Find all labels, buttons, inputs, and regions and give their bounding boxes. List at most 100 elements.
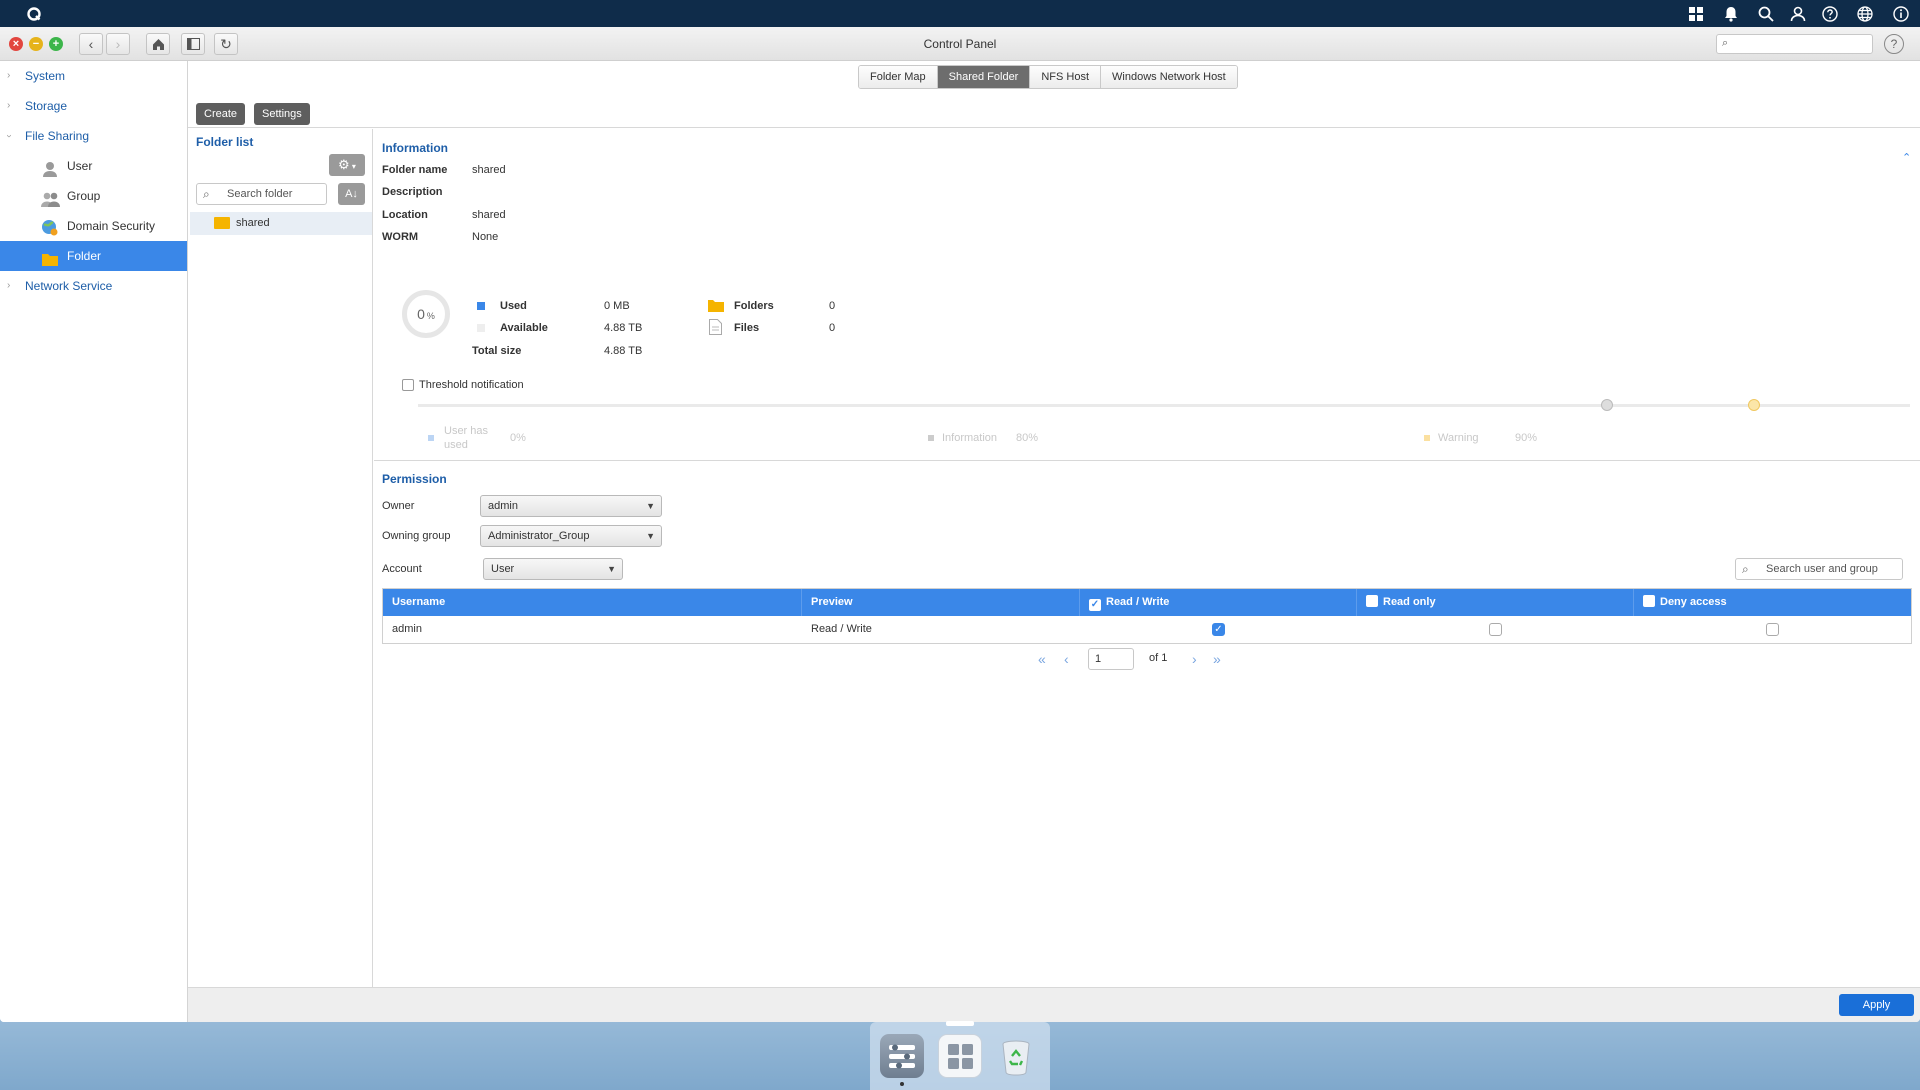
permission-table-header: Username Preview ✓ Read / Write Read only… [383, 589, 1911, 616]
deny-access-header-label: Deny access [1660, 596, 1727, 608]
deny-access-checkbox[interactable] [1766, 623, 1779, 636]
sidebar-item-label: System [25, 69, 66, 83]
search-icon[interactable] [1756, 4, 1776, 24]
sidebar-item-file-sharing[interactable]: › File Sharing [0, 121, 187, 151]
description-label: Description [382, 186, 443, 198]
tab-windows-network-host[interactable]: Windows Network Host [1101, 66, 1237, 88]
column-header-deny-access[interactable]: Deny access [1634, 589, 1911, 616]
column-header-preview[interactable]: Preview [802, 589, 1080, 616]
warning-threshold-label: Warning [1438, 432, 1479, 444]
footer-bar: Apply [188, 987, 1920, 1022]
gear-dropdown-button[interactable]: ⚙ ▾ [329, 154, 365, 176]
deny-access-select-all-checkbox[interactable] [1643, 595, 1655, 607]
minimize-window-icon[interactable]: − [29, 37, 43, 51]
window-title: Control Panel [923, 37, 997, 51]
sidebar-item-folder[interactable]: Folder [0, 241, 187, 271]
user-has-used-label: User has used [444, 425, 489, 451]
apply-button[interactable]: Apply [1839, 994, 1914, 1016]
close-window-icon[interactable]: × [9, 37, 23, 51]
owner-label: Owner [382, 500, 415, 512]
qnap-logo-icon[interactable] [24, 4, 44, 24]
folder-name-value: shared [472, 164, 506, 176]
owning-group-selected-value: Administrator_Group [488, 530, 590, 542]
permission-title: Permission [382, 472, 447, 486]
previous-page-icon[interactable]: ‹ [1064, 648, 1069, 670]
column-header-read-only[interactable]: Read only [1357, 589, 1634, 616]
sidebar-item-system[interactable]: › System [0, 61, 187, 91]
list-item[interactable]: shared [190, 212, 372, 235]
table-row[interactable]: admin Read / Write ✓ [383, 616, 1911, 643]
used-legend-square [477, 302, 485, 310]
maximize-window-icon[interactable]: + [49, 37, 63, 51]
folder-list-panel: Folder list ⚙ ▾ ⌕ Search folder A↓ share… [188, 129, 373, 987]
control-panel-dock-icon[interactable] [880, 1034, 924, 1078]
forward-arrow-icon[interactable]: › [106, 33, 130, 55]
collapse-chevron-icon[interactable]: ⌃ [1902, 151, 1911, 164]
tab-nfs-host[interactable]: NFS Host [1030, 66, 1102, 88]
search-user-group-placeholder: Search user and group [1766, 563, 1878, 575]
sidebar-item-label: Domain Security [67, 219, 156, 233]
user-has-used-value: 0% [510, 432, 526, 444]
search-icon: ⌕ [1742, 562, 1749, 576]
home-icon[interactable] [146, 33, 170, 55]
language-globe-icon[interactable] [1855, 4, 1875, 24]
files-count-value: 0 [829, 322, 836, 334]
settings-button[interactable]: Settings [254, 103, 310, 125]
chevron-down-icon: ▼ [646, 531, 655, 541]
sort-icon[interactable]: A↓ [338, 183, 365, 205]
next-page-icon[interactable]: › [1192, 648, 1197, 670]
last-page-icon[interactable]: » [1213, 648, 1221, 670]
warning-threshold-handle[interactable] [1748, 399, 1760, 411]
threshold-notification-checkbox[interactable] [402, 379, 414, 391]
threshold-slider-track[interactable] [418, 404, 1910, 407]
help-icon[interactable] [1820, 4, 1840, 24]
account-label: Account [382, 563, 422, 575]
tab-folder-map[interactable]: Folder Map [859, 66, 938, 88]
check-icon[interactable]: ✓ [1089, 599, 1101, 611]
search-user-group-input[interactable]: ⌕ Search user and group [1735, 558, 1903, 580]
information-title: Information [382, 141, 448, 155]
column-header-username[interactable]: Username [383, 589, 802, 616]
back-arrow-icon[interactable]: ‹ [79, 33, 103, 55]
sidebar-toggle-icon[interactable] [181, 33, 205, 55]
read-only-select-all-checkbox[interactable] [1366, 595, 1378, 607]
user-icon[interactable] [1788, 4, 1808, 24]
sidebar-item-domain-security[interactable]: Domain Security [0, 211, 187, 241]
dock-handle[interactable] [946, 1021, 974, 1026]
sidebar-item-storage[interactable]: › Storage [0, 91, 187, 121]
app-center-dock-icon[interactable] [938, 1034, 982, 1078]
system-info-icon[interactable] [1891, 4, 1911, 24]
recycle-bin-dock-icon[interactable] [994, 1034, 1038, 1078]
read-only-checkbox[interactable] [1489, 623, 1502, 636]
tab-shared-folder[interactable]: Shared Folder [937, 66, 1031, 88]
page-total-label: of 1 [1149, 652, 1168, 664]
sidebar-item-user[interactable]: User [0, 151, 187, 181]
read-write-checkbox[interactable]: ✓ [1212, 623, 1225, 636]
apps-grid-icon[interactable] [1686, 4, 1706, 24]
chevron-down-icon: ▾ [349, 162, 356, 171]
first-page-icon[interactable]: « [1038, 648, 1046, 670]
available-label: Available [500, 322, 548, 334]
sidebar-item-network-service[interactable]: › Network Service [0, 271, 187, 301]
window-search-input[interactable]: ⌕ [1716, 34, 1873, 54]
sidebar-item-label: User [67, 159, 93, 173]
username-cell: admin [392, 623, 422, 635]
create-button[interactable]: Create [196, 103, 246, 125]
refresh-icon[interactable]: ↻ [214, 33, 238, 55]
chevron-right-icon: › [7, 100, 11, 111]
column-header-read-write[interactable]: ✓ Read / Write [1080, 589, 1357, 616]
account-select[interactable]: User ▼ [483, 558, 623, 580]
search-folder-input[interactable]: ⌕ Search folder [196, 183, 327, 205]
information-threshold-handle[interactable] [1601, 399, 1613, 411]
sidebar-item-label: File Sharing [25, 129, 90, 143]
warning-threshold-value: 90% [1515, 432, 1538, 444]
sidebar-item-group[interactable]: Group [0, 181, 187, 211]
window-help-button[interactable]: ? [1884, 34, 1904, 54]
owner-select[interactable]: admin ▼ [480, 495, 662, 517]
total-size-value: 4.88 TB [604, 345, 643, 357]
owning-group-select[interactable]: Administrator_Group ▼ [480, 525, 662, 547]
page-number-input[interactable]: 1 [1088, 648, 1134, 670]
notification-bell-icon[interactable] [1721, 4, 1741, 24]
sidebar-item-label: Group [67, 189, 101, 203]
read-write-header-label: Read / Write [1106, 596, 1170, 608]
